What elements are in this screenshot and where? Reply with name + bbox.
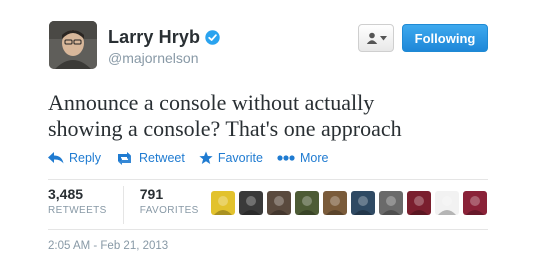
reply-action[interactable]: Reply	[48, 151, 101, 165]
tweet-text-line-2: showing a console? That's one approach	[48, 116, 402, 141]
retweet-label: Retweet	[138, 151, 185, 165]
avatar[interactable]	[49, 21, 97, 69]
verified-badge-icon	[205, 30, 220, 45]
favoriter-avatar[interactable]	[267, 191, 291, 215]
favorites-count: 791	[139, 186, 164, 202]
reply-label: Reply	[69, 151, 101, 165]
timestamp[interactable]: 2:05 AM - Feb 21, 2013	[48, 240, 168, 252]
username[interactable]: @majornelson	[108, 50, 220, 66]
retweets-stat[interactable]: 3,485 RETWEETS	[48, 186, 123, 224]
favorite-action[interactable]: Favorite	[199, 151, 263, 165]
reply-icon	[48, 152, 64, 164]
tweet-stats: 3,485 RETWEETS 791 FAVORITES	[48, 186, 215, 224]
favorites-label: FAVORITES	[139, 205, 199, 216]
more-label: More	[299, 151, 329, 165]
retweets-count: 3,485	[48, 186, 84, 202]
favoriter-avatar[interactable]	[407, 191, 431, 215]
full-name[interactable]: Larry Hryb	[108, 27, 200, 48]
favoriter-avatars	[211, 191, 487, 215]
divider	[48, 179, 488, 180]
tweet-header: Larry Hryb @majornelson Following	[49, 21, 489, 71]
more-action[interactable]: More	[277, 151, 328, 165]
user-actions-dropdown[interactable]	[358, 24, 394, 52]
star-icon	[199, 151, 213, 164]
tweet-text: Announce a console without actually show…	[48, 90, 488, 142]
favoriter-avatar[interactable]	[239, 191, 263, 215]
divider	[48, 229, 488, 230]
favoriter-avatar[interactable]	[295, 191, 319, 215]
caret-down-icon	[379, 35, 387, 40]
favoriter-avatar[interactable]	[323, 191, 347, 215]
favoriter-avatar[interactable]	[463, 191, 487, 215]
more-dots-icon	[277, 155, 295, 161]
favoriter-avatar[interactable]	[351, 191, 375, 215]
user-icon	[366, 32, 377, 44]
favoriter-avatar[interactable]	[435, 191, 459, 215]
following-button[interactable]: Following	[402, 24, 488, 52]
tweet-text-line-1: Announce a console without actually	[48, 90, 375, 115]
retweet-icon	[117, 151, 131, 165]
favoriter-avatar[interactable]	[211, 191, 235, 215]
retweets-label: RETWEETS	[48, 205, 107, 216]
favorites-stat[interactable]: 791 FAVORITES	[122, 186, 215, 224]
tweet-actions: Reply Retweet Favorite More	[48, 151, 328, 165]
favoriter-avatar[interactable]	[379, 191, 403, 215]
favorite-label: Favorite	[217, 151, 263, 165]
name-block: Larry Hryb @majornelson	[108, 27, 220, 66]
retweet-action[interactable]: Retweet	[115, 151, 185, 165]
